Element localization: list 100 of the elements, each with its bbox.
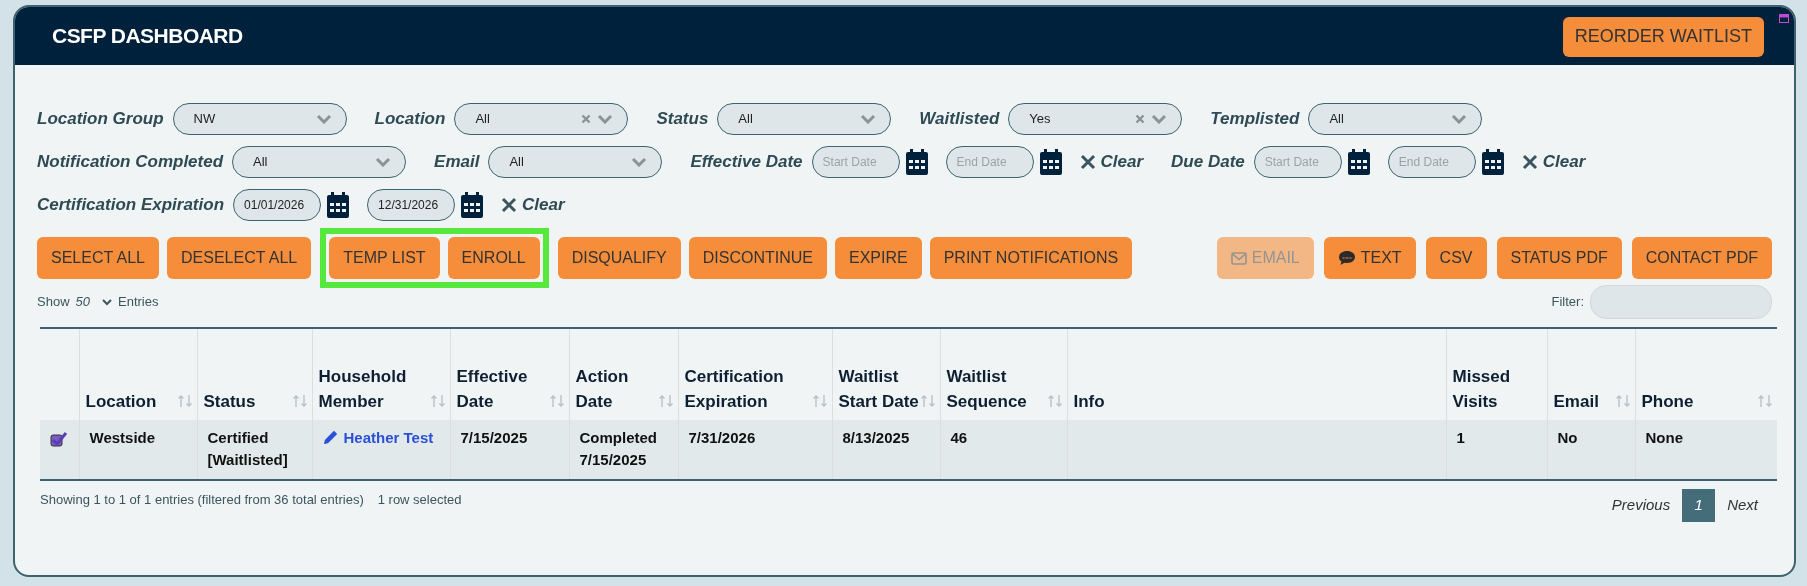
action-button[interactable]: PRINT NOTIFICATIONS	[929, 237, 1133, 279]
dropdown-select[interactable]: All	[717, 103, 892, 135]
dropdown-select[interactable]: All	[488, 146, 663, 178]
sort-icon[interactable]	[1614, 394, 1631, 408]
chevron-icon	[631, 157, 648, 167]
action-button[interactable]: STATUS PDF	[1496, 237, 1622, 279]
checkbox[interactable]	[50, 431, 69, 447]
household-member-link[interactable]: Heather Test	[322, 429, 434, 446]
column-header[interactable]: Waitlist Sequence	[946, 364, 1063, 414]
filter-field[interactable]	[1590, 285, 1772, 319]
dropdown-select[interactable]: All	[1308, 103, 1483, 135]
clear-icon[interactable]	[581, 114, 592, 124]
column-header[interactable]: Status	[203, 389, 308, 414]
table-cell: 7/15/2025	[460, 429, 528, 446]
sort-icon[interactable]	[657, 394, 674, 408]
date-input[interactable]: 12/31/2026	[367, 189, 456, 221]
filter-label: Location Group	[37, 108, 164, 131]
clear-button[interactable]: Clear	[1079, 149, 1144, 175]
dropdown-select[interactable]: All	[232, 146, 407, 178]
dropdown-select[interactable]: All	[454, 103, 629, 135]
envelope-icon	[1230, 251, 1247, 265]
table-cell: 7/31/2026	[688, 429, 756, 446]
filter-label: Notification Completed	[37, 151, 224, 174]
chevron-icon	[597, 114, 614, 124]
sort-icon[interactable]	[811, 394, 828, 408]
chevron-icon	[315, 114, 332, 124]
date-input[interactable]: End Date	[945, 146, 1034, 178]
close-icon	[1521, 154, 1538, 170]
action-button[interactable]: TEMP LIST	[329, 237, 440, 279]
next-page-link[interactable]: Next	[1715, 494, 1770, 517]
action-button: EMAIL	[1216, 237, 1314, 279]
chevron-icon	[375, 157, 392, 167]
calendar-icon[interactable]	[326, 192, 351, 218]
sort-icon[interactable]	[291, 394, 308, 408]
action-button[interactable]: DISCONTINUE	[688, 237, 827, 279]
action-button[interactable]: EXPIRE	[835, 237, 922, 279]
previous-page-link[interactable]: Previous	[1599, 494, 1683, 517]
chevron-icon	[1151, 114, 1168, 124]
column-header[interactable]: Phone	[1641, 389, 1773, 414]
calendar-icon[interactable]	[1346, 149, 1371, 175]
pencil-icon	[322, 429, 339, 445]
filter-label: Certification Expiration	[37, 194, 225, 217]
sort-icon[interactable]	[1757, 394, 1773, 408]
action-button[interactable]: ENROLL	[447, 237, 540, 279]
sort-icon[interactable]	[429, 394, 446, 408]
page-button[interactable]: 1	[1682, 489, 1716, 522]
action-button[interactable]: DISQUALIFY	[557, 237, 681, 279]
calendar-icon[interactable]	[904, 149, 929, 175]
reorder-waitlist-button[interactable]: REORDER WAITLIST	[1562, 16, 1764, 57]
clear-button[interactable]: Clear	[501, 192, 565, 218]
action-button[interactable]: TEXT	[1323, 237, 1416, 279]
speech-bubble-icon	[1337, 250, 1356, 266]
table-cell: No	[1557, 429, 1578, 446]
table-cell: 8/13/2025	[842, 429, 910, 446]
sort-icon[interactable]	[548, 394, 565, 408]
table-cell: Certified [Waitlisted]	[207, 429, 288, 468]
column-header[interactable]: Action Date	[575, 364, 674, 414]
filter-label: Location	[374, 108, 446, 131]
dropdown-select[interactable]: Yes	[1008, 103, 1183, 135]
table-row[interactable]: Westside Certified [Waitlisted] Heather Test 7/15/2025 Completed 7/15/2025 7/31/2026 8/13/2025 46 1 No None	[40, 420, 1777, 480]
sort-icon[interactable]	[1046, 394, 1063, 408]
column-header[interactable]: Effective Date	[456, 364, 565, 414]
date-input[interactable]: End Date	[1387, 146, 1476, 178]
action-button[interactable]: DESELECT ALL	[167, 237, 312, 279]
calendar-icon[interactable]	[1038, 149, 1063, 175]
filter-label: Effective Date	[690, 151, 803, 174]
calendar-icon[interactable]	[460, 192, 485, 218]
window-icon	[1779, 14, 1789, 23]
close-icon	[501, 197, 518, 213]
table-cell: 1	[1456, 429, 1465, 446]
date-input[interactable]: Start Date	[811, 146, 900, 178]
page-length-select[interactable]: 50	[75, 292, 112, 312]
entries-label: Entries	[118, 293, 159, 312]
action-button[interactable]: CSV	[1425, 237, 1487, 279]
sort-icon[interactable]	[919, 394, 936, 408]
clear-icon[interactable]	[1135, 114, 1146, 124]
date-input[interactable]: 01/01/2026	[233, 189, 322, 221]
calendar-icon[interactable]	[1480, 149, 1505, 175]
clear-button[interactable]: Clear	[1521, 149, 1586, 175]
sort-icon[interactable]	[176, 394, 193, 408]
table-cell: Westside	[89, 429, 156, 446]
date-input[interactable]: Start Date	[1253, 146, 1342, 178]
action-button[interactable]: SELECT ALL	[37, 237, 159, 279]
filter-label: Templisted	[1210, 108, 1300, 131]
column-header[interactable]: Waitlist Start Date	[838, 364, 936, 414]
dashboard-title: CSFP DASHBOARD	[52, 23, 243, 50]
action-button[interactable]: CONTACT PDF	[1631, 237, 1772, 279]
column-header[interactable]: Certification Expiration	[684, 364, 828, 414]
table-cell: None	[1645, 429, 1683, 446]
column-header: Info	[1073, 391, 1106, 413]
column-header[interactable]: Email	[1553, 389, 1631, 414]
show-label: Show	[37, 293, 70, 312]
column-header[interactable]: Location	[85, 389, 193, 414]
filter-label: Email	[434, 151, 480, 174]
table-cell: Completed 7/15/2025	[579, 429, 657, 468]
chevron-icon	[1451, 114, 1468, 124]
dropdown-select[interactable]: NW	[172, 103, 347, 135]
column-header[interactable]: Household Member	[318, 364, 446, 414]
close-icon	[1079, 154, 1096, 170]
chevron-icon	[860, 114, 877, 124]
